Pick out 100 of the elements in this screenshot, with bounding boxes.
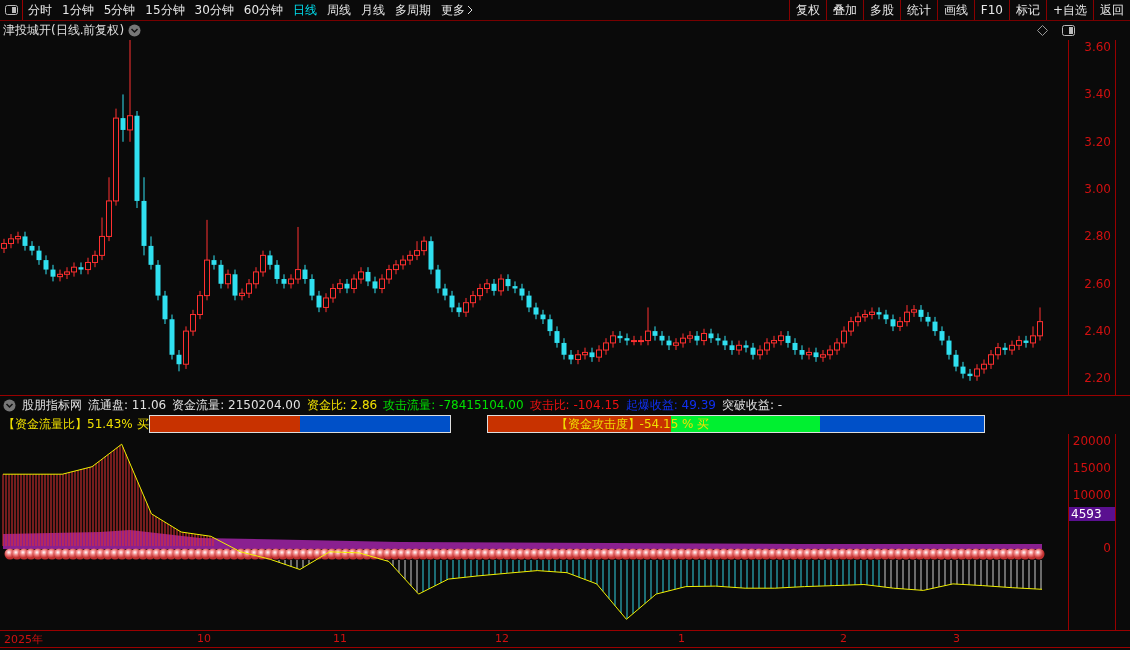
candlestick	[43, 254, 49, 275]
candlestick	[785, 330, 791, 349]
candlestick	[512, 280, 518, 294]
indicator-stat: 突破收益: -	[721, 396, 783, 414]
indicator-stat: 流通盘: 11.06	[88, 396, 167, 414]
candlestick	[162, 290, 168, 325]
candlestick	[442, 283, 448, 301]
candlestick	[232, 269, 238, 301]
candlestick	[568, 349, 574, 365]
candlestick	[176, 349, 182, 372]
candlestick	[281, 273, 287, 289]
candlestick	[939, 325, 945, 346]
candlestick	[659, 330, 665, 346]
candlestick	[211, 254, 217, 271]
indicator-stat: 攻击比: -104.15	[529, 396, 620, 414]
period-tab[interactable]: 1分钟	[57, 0, 99, 20]
candlestick	[267, 250, 273, 271]
value-tag: 4593	[1069, 507, 1115, 521]
dropdown-icon[interactable]	[128, 24, 142, 37]
indicator-stat: 资金比: 2.86	[306, 396, 378, 414]
candlestick	[792, 337, 798, 356]
ratio-label: 【资金流量比】51.43% 买	[3, 415, 149, 433]
period-tab[interactable]: 60分钟	[238, 0, 289, 20]
date-axis-label: 2025年	[4, 632, 43, 647]
candlestick	[694, 330, 700, 346]
period-tab[interactable]: 分时	[23, 0, 57, 20]
candlestick	[225, 269, 231, 289]
candlestick	[701, 328, 707, 346]
price-axis-label: 3.60	[1084, 40, 1111, 55]
date-axis-label: 3	[953, 632, 960, 645]
candlestick	[365, 266, 371, 287]
price-axis-label: 3.20	[1084, 134, 1111, 149]
candlestick	[876, 306, 882, 320]
candlestick	[344, 278, 350, 294]
candlestick	[799, 344, 805, 360]
price-axis-label: 2.20	[1084, 371, 1111, 386]
candlestick	[316, 290, 322, 313]
panel-toggle-icon[interactable]	[4, 5, 18, 15]
period-tab[interactable]: 30分钟	[189, 0, 239, 20]
candlestick	[715, 332, 721, 346]
date-axis-label: 12	[495, 632, 509, 645]
price-axis-label: 3.40	[1084, 87, 1111, 102]
price-axis-label: 3.00	[1084, 182, 1111, 197]
indicator-stat: 攻击流量: -78415104.00	[383, 396, 524, 414]
candlestick	[918, 304, 924, 323]
flow-axis-label: 0	[1103, 541, 1111, 556]
date-axis-label: 1	[678, 632, 685, 645]
date-axis-label: 2	[840, 632, 847, 645]
panel-toggle-icon[interactable]	[1062, 25, 1075, 36]
period-tab[interactable]: 月线	[356, 0, 391, 20]
candlestick	[813, 347, 819, 363]
candlestick	[302, 264, 308, 285]
candlestick	[50, 264, 56, 282]
flow-axis-label: 20000	[1072, 433, 1111, 448]
period-tab[interactable]: 15分钟	[140, 0, 190, 20]
candlestick	[148, 235, 154, 271]
candlestick	[22, 231, 28, 252]
candlestick	[491, 278, 497, 297]
candlestick	[372, 276, 378, 294]
candlestick	[526, 290, 532, 313]
date-axis-label: 10	[197, 632, 211, 645]
candlestick	[925, 311, 931, 327]
candlestick	[554, 325, 560, 349]
candlestick	[218, 259, 224, 289]
period-tab[interactable]: 多周期	[390, 0, 437, 20]
dropdown-icon[interactable]	[3, 398, 16, 412]
price-axis-label: 2.80	[1084, 229, 1111, 244]
candlestick	[561, 337, 567, 360]
diamond-icon[interactable]	[1037, 25, 1048, 36]
period-tab[interactable]: 日线	[288, 0, 323, 20]
candlestick	[547, 314, 553, 337]
candlestick	[736, 340, 742, 356]
indicator-name: 股朋指标网	[22, 396, 82, 414]
candlestick	[708, 328, 714, 344]
candlestick	[946, 335, 952, 360]
candlestick	[435, 264, 441, 294]
period-tab[interactable]: 更多	[436, 0, 471, 20]
candlestick	[953, 349, 959, 372]
price-axis-label: 2.60	[1084, 276, 1111, 291]
chevron-right-icon[interactable]	[467, 5, 474, 15]
period-tab[interactable]: 5分钟	[98, 0, 141, 20]
candlestick	[729, 340, 735, 356]
candlestick	[806, 347, 812, 360]
candlestick	[743, 340, 749, 353]
candlestick	[750, 342, 756, 360]
indicator-stat: 资金流量: 2150204.00	[172, 396, 301, 414]
flow-axis-label: 10000	[1072, 487, 1111, 502]
candlestick	[932, 316, 938, 337]
indicator-stat: 起爆收益: 49.39	[625, 396, 716, 414]
candlestick	[505, 273, 511, 292]
candlestick	[36, 245, 42, 266]
candlestick	[274, 259, 280, 285]
date-axis-label: 11	[333, 632, 347, 645]
candlestick	[309, 273, 315, 301]
candlestick	[624, 332, 630, 346]
period-tab[interactable]: 周线	[322, 0, 357, 20]
candlestick	[533, 302, 539, 320]
candlestick	[652, 325, 658, 342]
candlestick	[890, 314, 896, 332]
chart-title: 津投城开(日线.前复权)	[3, 22, 125, 39]
